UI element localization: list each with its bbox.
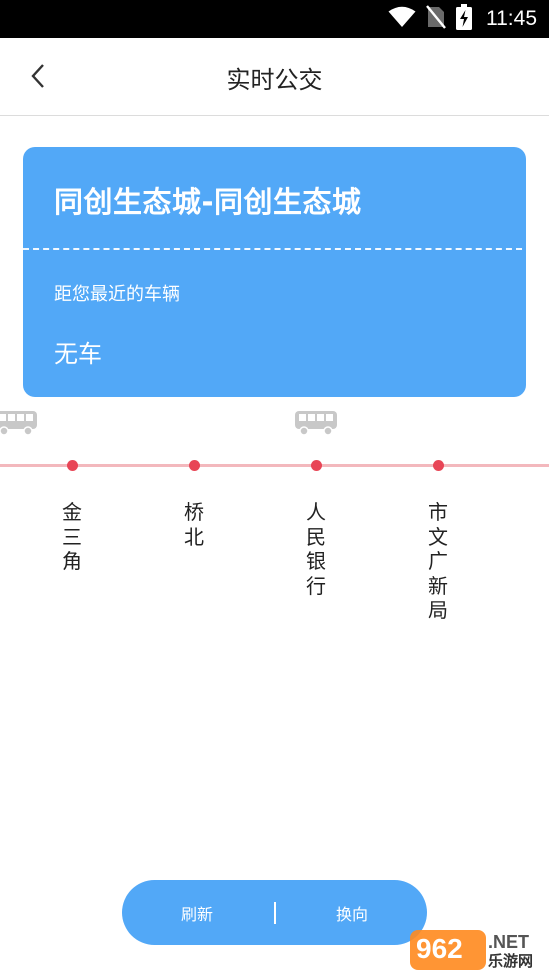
- route-name: 同创生态城-同创生态城: [54, 185, 362, 219]
- watermark-site-text: 乐游网: [488, 952, 534, 970]
- svg-text:.NET: .NET: [488, 932, 529, 952]
- stop-dot[interactable]: [67, 460, 78, 471]
- switch-direction-button[interactable]: 换向: [277, 880, 427, 945]
- bus-icon: [0, 410, 40, 436]
- stop-name[interactable]: 人民银行: [304, 500, 328, 598]
- status-icons: 11:45: [388, 4, 537, 34]
- stop-name[interactable]: 金三角: [60, 500, 84, 574]
- stop-name[interactable]: 市文广新局: [426, 500, 450, 623]
- screen: 11:45 实时公交 同创生态城-同创生态城 距您最近的车辆 无车 金三角 桥北…: [0, 0, 549, 976]
- action-separator: [274, 902, 276, 924]
- bus-icon: [294, 410, 340, 436]
- wifi-icon: [388, 6, 416, 32]
- route-line: [0, 464, 549, 467]
- card-divider: [23, 248, 522, 250]
- nearest-vehicle-label: 距您最近的车辆: [54, 284, 180, 305]
- watermark-logo: 962 .NET 乐游网: [408, 924, 546, 972]
- stop-dot[interactable]: [189, 460, 200, 471]
- status-bar: 11:45: [0, 0, 549, 38]
- stop-dot[interactable]: [433, 460, 444, 471]
- battery-charging-icon: [456, 4, 472, 34]
- stop-dot[interactable]: [311, 460, 322, 471]
- stop-name[interactable]: 桥北: [182, 500, 206, 549]
- svg-text:962: 962: [416, 933, 463, 964]
- nearest-vehicle-value: 无车: [54, 340, 102, 368]
- nav-bar: 实时公交: [0, 38, 549, 116]
- route-card: 同创生态城-同创生态城 距您最近的车辆 无车: [23, 147, 526, 397]
- status-time: 11:45: [486, 7, 537, 30]
- page-title: 实时公交: [226, 66, 323, 94]
- no-sim-icon: [426, 5, 446, 33]
- refresh-button[interactable]: 刷新: [122, 880, 272, 945]
- action-bar: 刷新 换向: [122, 880, 427, 945]
